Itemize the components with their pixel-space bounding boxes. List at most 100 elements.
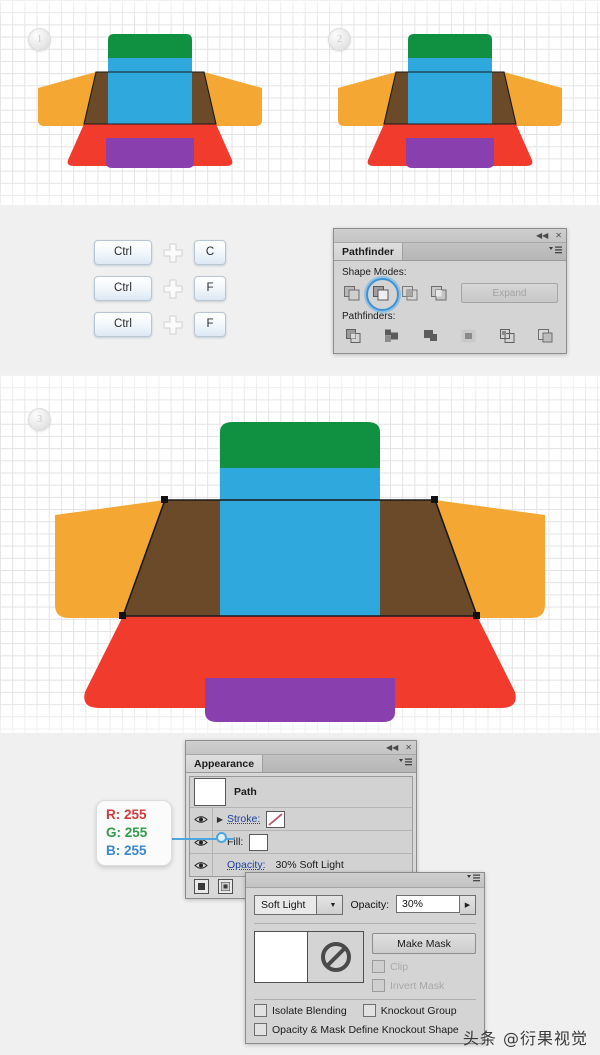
path-label: Path [234,786,257,798]
merge-icon[interactable] [421,327,441,345]
mask-row: Make Mask Clip Invert Mask [254,931,476,992]
keyboard-shortcuts: Ctrl C Ctrl F Ctrl F [94,240,226,348]
step-badge-3: 3 [28,408,51,431]
mask-controls: Make Mask Clip Invert Mask [372,931,476,992]
appearance-row-path[interactable]: Path [190,777,412,808]
panel-menu-icon[interactable] [549,246,562,258]
shortcut-row-1: Ctrl C [94,240,226,265]
pathfinder-tabrow: Pathfinder [334,243,566,261]
trim-icon[interactable] [382,327,402,345]
panel-menu-icon[interactable] [467,874,480,886]
eye-icon[interactable] [190,808,213,830]
invert-mask-checkbox-row[interactable]: Invert Mask [372,979,476,992]
clip-label: Clip [390,960,409,973]
shortcut-row-2: Ctrl F [94,276,226,301]
add-new-stroke-icon[interactable] [194,878,209,894]
box-illustration-step2 [330,32,570,172]
isolate-blending-checkbox[interactable] [254,1004,267,1017]
make-mask-button[interactable]: Make Mask [372,933,476,954]
outline-icon[interactable] [498,327,518,345]
knockout-group-label: Knockout Group [380,1004,457,1017]
panel-menu-icon[interactable] [399,758,412,770]
isolate-blending-label: Isolate Blending [272,1004,347,1017]
pathfinders-row [342,327,558,345]
pathfinder-tab-filler [403,243,566,260]
rgb-callout: R: 255 G: 255 B: 255 [96,800,172,866]
key-c-1[interactable]: C [194,240,226,265]
transparency-panel: Soft Light ▼ Opacity: 30% ▶ Make Mask Cl… [245,872,485,1044]
clip-checkbox[interactable] [372,960,385,973]
expand-button[interactable]: Expand [461,283,558,303]
blend-mode-select[interactable]: Soft Light ▼ [254,895,344,915]
plus-icon [161,241,185,265]
crop-icon[interactable] [459,327,479,345]
close-icon[interactable]: ✕ [555,231,562,240]
shape-modes-label: Shape Modes: [342,267,407,278]
mask-thumbnail[interactable] [307,932,363,982]
minus-front-icon[interactable] [366,278,399,311]
stroke-none-swatch[interactable] [266,810,286,828]
appearance-row-stroke[interactable]: ▶ Stroke: [190,808,412,831]
isolate-blending-row[interactable]: Isolate Blending [254,1004,347,1017]
shape-modes-row: Expand [342,278,558,311]
key-ctrl-1[interactable]: Ctrl [94,240,152,265]
appearance-tab-filler [263,755,416,772]
collapse-icon[interactable]: ◀◀ [536,231,548,240]
knockout-shape-label: Opacity & Mask Define Knockout Shape [272,1023,459,1036]
collapse-icon[interactable]: ◀◀ [386,743,398,752]
key-f-1[interactable]: F [194,276,226,301]
options-line-1: Isolate Blending Knockout Group [254,1004,476,1017]
opacity-label[interactable]: Opacity: [227,859,266,871]
exclude-icon[interactable] [429,284,449,302]
rgb-green-value: G: 255 [106,825,148,840]
box-illustration-step1 [30,32,270,172]
add-new-fill-icon[interactable] [218,878,233,894]
divide-icon[interactable] [344,327,364,345]
pathfinder-panel: ◀◀ ✕ Pathfinder Shape Modes: Expand Path… [333,228,567,354]
plus-icon [161,313,185,337]
opacity-value: 30% Soft Light [275,859,344,871]
intersect-icon[interactable] [400,284,420,302]
minus-back-icon[interactable] [536,327,556,345]
close-icon[interactable]: ✕ [405,743,412,752]
fill-white-swatch[interactable] [249,833,269,851]
key-ctrl-2[interactable]: Ctrl [94,276,152,301]
unite-icon[interactable] [342,284,362,302]
tab-pathfinder[interactable]: Pathfinder [334,243,403,260]
canvas-divider [300,0,301,205]
transparency-options: Isolate Blending Knockout Group Opacity … [254,999,476,1036]
knockout-shape-row[interactable]: Opacity & Mask Define Knockout Shape [254,1023,476,1036]
invert-mask-checkbox[interactable] [372,979,385,992]
appearance-tabrow: Appearance [186,755,416,773]
opacity-label: Opacity: [350,899,389,911]
invert-mask-label: Invert Mask [390,979,445,992]
blend-mode-row: Soft Light ▼ Opacity: 30% ▶ [254,895,476,915]
shortcut-row-3: Ctrl F [94,312,226,337]
callout-endpoint [216,832,227,843]
knockout-shape-checkbox[interactable] [254,1023,267,1036]
eye-icon[interactable] [190,831,213,853]
eye-icon[interactable] [190,854,213,876]
stroke-label[interactable]: Stroke: [227,813,260,825]
no-mask-icon [320,942,351,972]
key-f-2[interactable]: F [194,312,226,337]
disclosure-triangle-icon[interactable]: ▶ [213,815,227,824]
blend-mode-value: Soft Light [261,899,306,911]
knockout-group-row[interactable]: Knockout Group [362,1004,457,1017]
opacity-input[interactable]: 30% [396,895,460,913]
clip-checkbox-row[interactable]: Clip [372,960,476,973]
step-badge-1: 1 [28,28,51,51]
chevron-down-icon[interactable]: ▼ [316,896,343,914]
tab-appearance[interactable]: Appearance [186,755,264,772]
watermark: 头条 @衍果视觉 [462,1029,588,1048]
opacity-stepper-icon[interactable]: ▶ [460,895,476,915]
knockout-group-checkbox[interactable] [362,1004,376,1017]
object-thumbnail[interactable] [255,932,307,982]
transparency-body: Soft Light ▼ Opacity: 30% ▶ Make Mask Cl… [246,888,484,1043]
key-ctrl-3[interactable]: Ctrl [94,312,152,337]
pathfinders-label: Pathfinders: [342,311,396,322]
plus-icon [161,277,185,301]
opacity-control: 30% ▶ [396,895,476,915]
rgb-blue-value: B: 255 [106,843,147,858]
step-badge-2: 2 [328,28,351,51]
